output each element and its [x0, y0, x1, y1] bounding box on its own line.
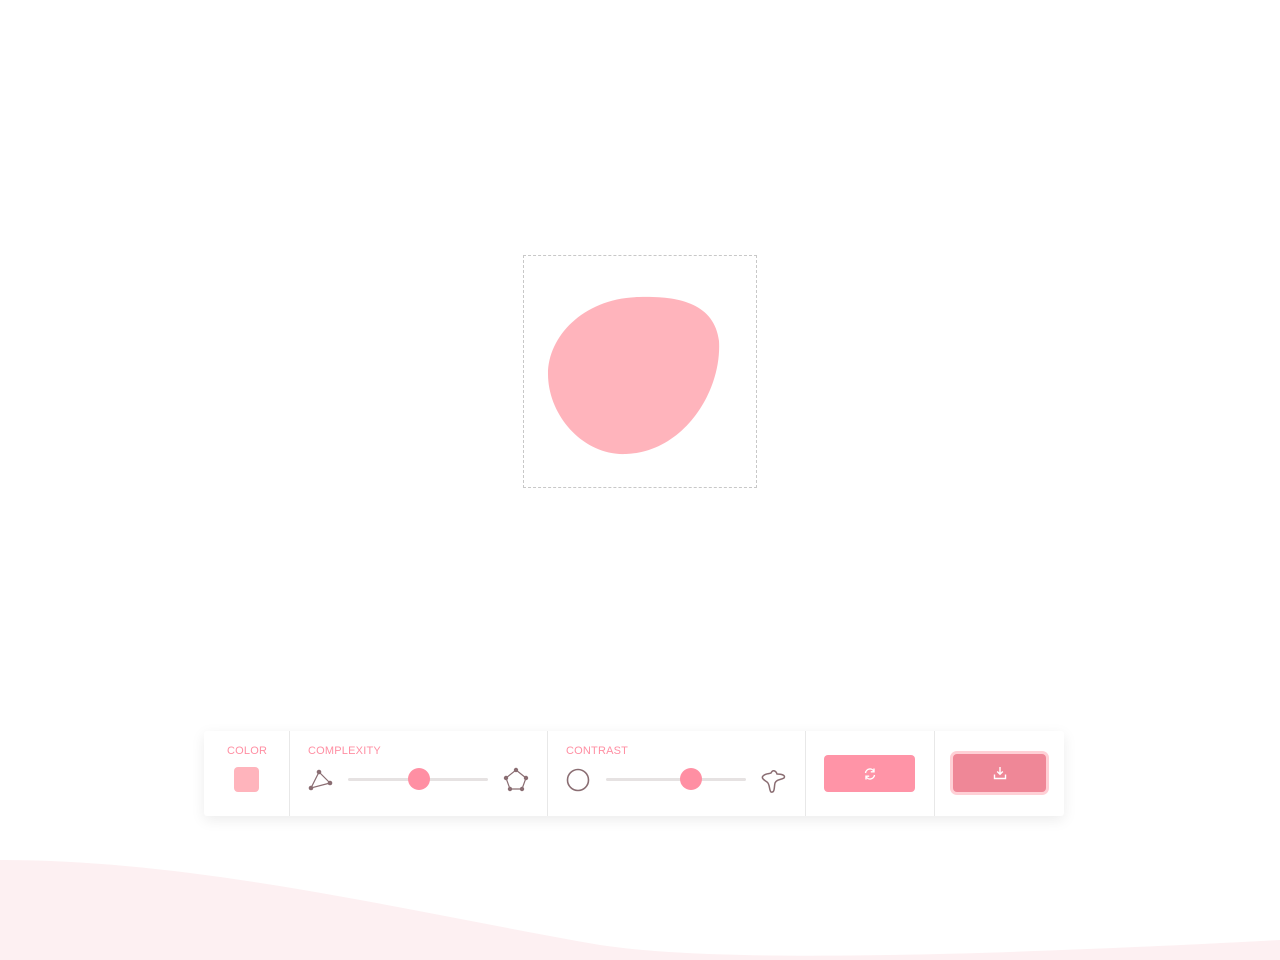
complexity-slider[interactable] [348, 768, 488, 790]
color-section: COLOR [204, 731, 290, 816]
color-swatch[interactable] [234, 767, 259, 792]
refresh-icon [864, 767, 875, 780]
blob-shape [548, 296, 720, 455]
pentagon-nodes-icon [503, 767, 529, 792]
download-section [935, 731, 1064, 816]
regenerate-section [806, 731, 935, 816]
blob-canvas [523, 255, 757, 488]
regenerate-button[interactable] [824, 755, 915, 792]
color-label: COLOR [227, 745, 268, 757]
complexity-section: COMPLEXITY [290, 731, 548, 816]
download-icon [993, 767, 1006, 780]
contrast-slider[interactable] [606, 768, 746, 790]
complexity-slider-thumb[interactable] [408, 768, 431, 790]
download-button[interactable] [953, 754, 1046, 792]
toolbar: COLOR COMPLEXITY CONTRAST [204, 731, 1064, 816]
irregular-blob-icon [761, 770, 786, 793]
contrast-slider-thumb[interactable] [680, 768, 703, 790]
triangle-nodes-icon [308, 769, 333, 791]
background-wave [0, 860, 1280, 960]
circle-icon [566, 768, 590, 792]
contrast-label: CONTRAST [566, 745, 629, 757]
contrast-section: CONTRAST [548, 731, 806, 816]
complexity-label: COMPLEXITY [308, 745, 381, 757]
